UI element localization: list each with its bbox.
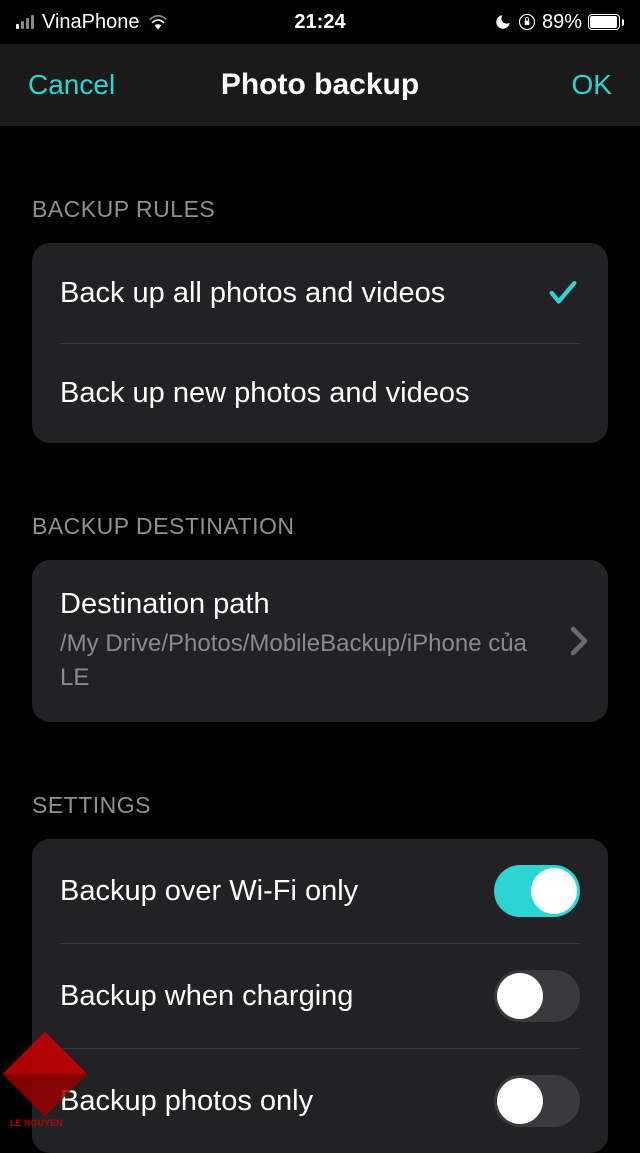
toggle-charging[interactable] — [494, 970, 580, 1022]
destination-path: /My Drive/Photos/MobileBackup/iPhone của… — [60, 627, 580, 694]
lock-rotation-icon — [518, 13, 536, 31]
setting-charging-label: Backup when charging — [60, 980, 353, 1013]
status-left: VinaPhone — [16, 11, 168, 34]
nav-bar: Cancel Photo backup OK — [0, 44, 640, 126]
carrier-label: VinaPhone — [42, 11, 140, 34]
battery-percent: 89% — [542, 11, 582, 34]
rule-option-new[interactable]: Back up new photos and videos — [60, 343, 580, 443]
toggle-wifi-only[interactable] — [494, 865, 580, 917]
destination-title: Destination path — [60, 588, 270, 621]
chevron-right-icon — [570, 626, 588, 656]
section-header-settings: SETTINGS — [32, 792, 608, 819]
status-bar: VinaPhone 21:24 89% — [0, 0, 640, 44]
battery-icon — [588, 14, 624, 30]
moon-icon — [494, 13, 512, 31]
wifi-icon — [148, 14, 168, 30]
check-icon — [546, 276, 580, 310]
setting-photos-only-label: Backup photos only — [60, 1085, 313, 1118]
setting-charging: Backup when charging — [60, 943, 580, 1048]
ok-button[interactable]: OK — [572, 69, 612, 101]
setting-photos-only: Backup photos only — [60, 1048, 580, 1153]
section-header-rules: BACKUP RULES — [32, 196, 608, 223]
backup-rules-card: Back up all photos and videos Back up ne… — [32, 243, 608, 443]
rule-option-all[interactable]: Back up all photos and videos — [32, 243, 608, 343]
rule-option-all-label: Back up all photos and videos — [60, 277, 445, 310]
setting-wifi-only: Backup over Wi-Fi only — [32, 839, 608, 943]
toggle-photos-only[interactable] — [494, 1075, 580, 1127]
destination-card: Destination path /My Drive/Photos/Mobile… — [32, 560, 608, 722]
rule-option-new-label: Back up new photos and videos — [60, 377, 470, 410]
cancel-button[interactable]: Cancel — [28, 69, 115, 101]
section-header-destination: BACKUP DESTINATION — [32, 513, 608, 540]
destination-path-row[interactable]: Destination path /My Drive/Photos/Mobile… — [32, 560, 608, 722]
setting-wifi-only-label: Backup over Wi-Fi only — [60, 875, 358, 908]
status-right: 89% — [494, 11, 624, 34]
settings-card: Backup over Wi-Fi only Backup when charg… — [32, 839, 608, 1153]
clock: 21:24 — [294, 11, 345, 34]
page-title: Photo backup — [221, 68, 419, 102]
signal-icon — [16, 15, 34, 29]
